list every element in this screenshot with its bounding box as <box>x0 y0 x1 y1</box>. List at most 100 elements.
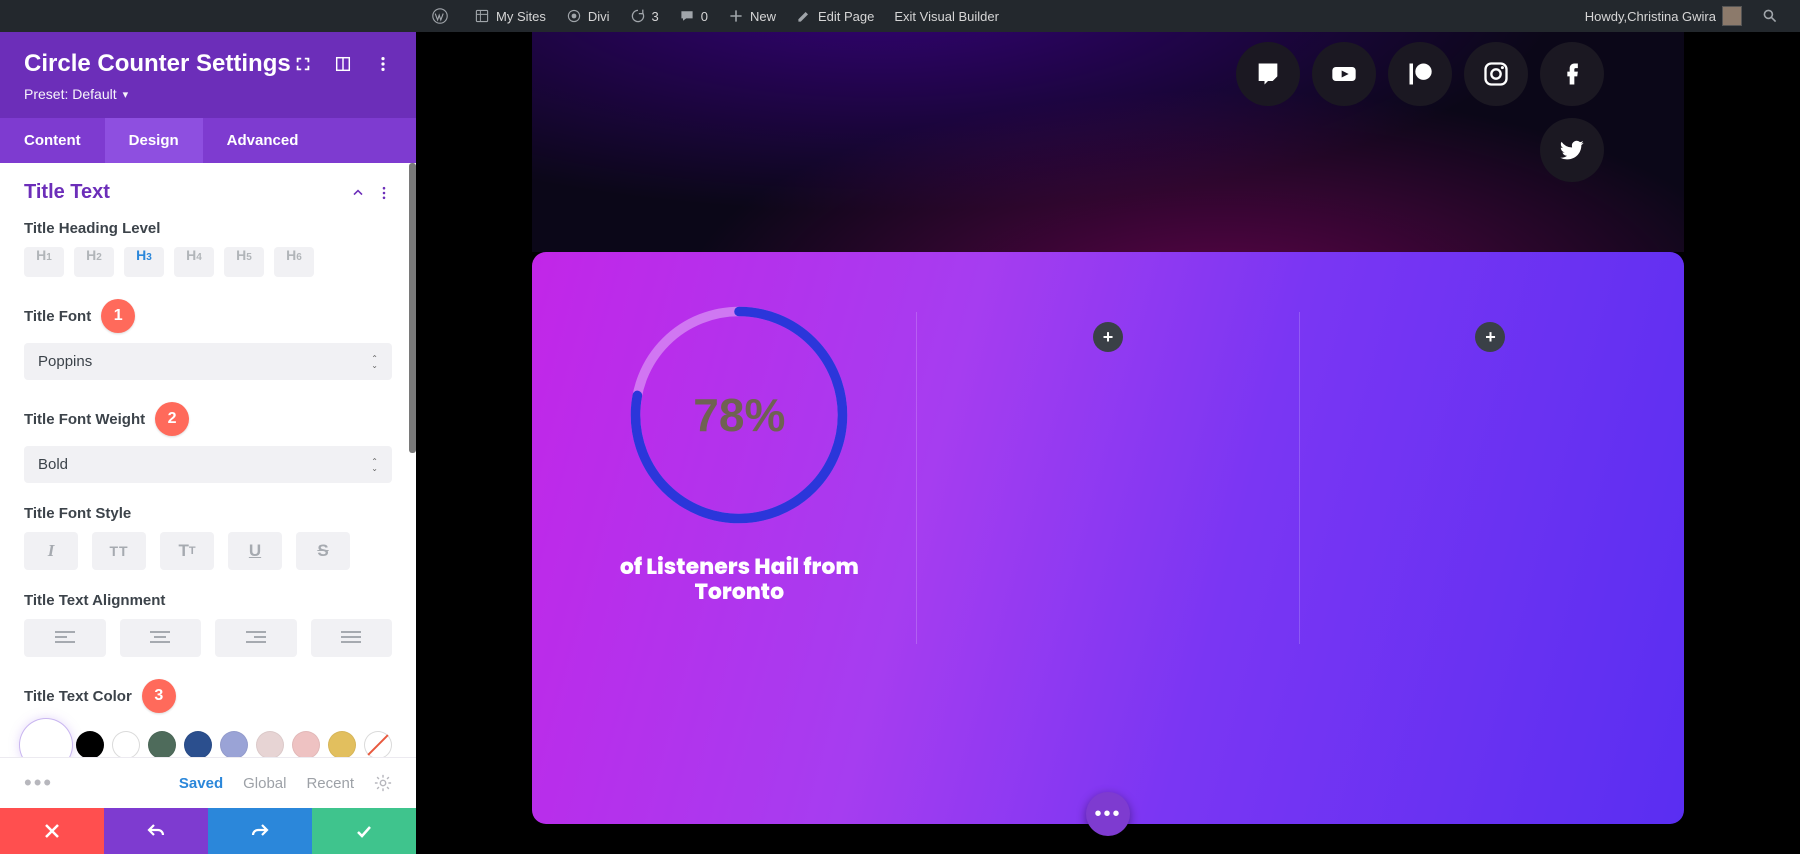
more-icon[interactable] <box>374 55 392 73</box>
section-more-icon[interactable] <box>376 185 392 201</box>
color-swatch[interactable] <box>184 731 212 757</box>
align-center[interactable] <box>120 619 202 657</box>
adminbar-new-label: New <box>750 9 776 24</box>
adminbar-edit-page-label: Edit Page <box>818 9 874 24</box>
field-alignment: Title Text Alignment <box>24 592 392 657</box>
gear-icon[interactable] <box>374 774 392 792</box>
color-swatch[interactable] <box>364 731 392 757</box>
module-title: Circle Counter Settings <box>24 50 294 78</box>
column-divider <box>916 312 917 644</box>
tab-design[interactable]: Design <box>105 118 203 163</box>
pencil-icon <box>796 8 812 24</box>
sidebar-body: Title Text Title Heading Level H1H2H3H4H… <box>0 163 416 757</box>
social-twitch[interactable] <box>1236 42 1300 106</box>
color-swatch[interactable] <box>328 731 356 757</box>
adminbar-comments[interactable]: 0 <box>669 0 718 32</box>
adminbar-new[interactable]: New <box>718 0 786 32</box>
chevron-up-icon[interactable] <box>350 185 366 201</box>
adminbar-wp-logo[interactable] <box>422 0 464 32</box>
color-swatch[interactable] <box>220 731 248 757</box>
style-underline[interactable]: U <box>228 532 282 570</box>
adminbar-howdy-prefix: Howdy, <box>1585 9 1627 24</box>
footer-global[interactable]: Global <box>243 775 286 792</box>
search-icon <box>1762 8 1778 24</box>
social-patreon[interactable] <box>1388 42 1452 106</box>
alignment-label: Title Text Alignment <box>24 592 392 609</box>
field-heading-level: Title Heading Level H1H2H3H4H5H6 <box>24 220 392 277</box>
footer-recent[interactable]: Recent <box>306 775 354 792</box>
social-twitter[interactable] <box>1540 118 1604 182</box>
title-font-select[interactable]: Poppins <box>24 343 392 380</box>
color-swatch[interactable] <box>148 731 176 757</box>
sidebar-footer-links: ••• Saved Global Recent <box>0 757 416 808</box>
adminbar-edit-page[interactable]: Edit Page <box>786 0 884 32</box>
undo-button[interactable] <box>104 808 208 854</box>
sidebar-action-bar <box>0 808 416 854</box>
preset-dropdown[interactable]: Preset: Default <box>24 86 128 102</box>
wp-admin-bar: My Sites Divi 3 0 New Edit Page Exit Vis… <box>0 0 1800 32</box>
style-strike[interactable]: S <box>296 532 350 570</box>
heading-level-h6[interactable]: H6 <box>274 247 314 277</box>
circle-counter-title: of Listeners Hail from Toronto <box>601 554 877 605</box>
footer-saved[interactable]: Saved <box>179 775 223 792</box>
heading-level-h3[interactable]: H3 <box>124 247 164 277</box>
annotation-3: 3 <box>142 679 176 713</box>
heading-level-h1[interactable]: H1 <box>24 247 64 277</box>
social-youtube[interactable] <box>1312 42 1376 106</box>
social-icons-row1 <box>1236 42 1604 106</box>
add-module-button[interactable]: + <box>1475 322 1505 352</box>
adminbar-howdy[interactable]: Howdy, Christina Gwira <box>1575 0 1752 32</box>
wordpress-icon <box>432 8 448 24</box>
align-left[interactable] <box>24 619 106 657</box>
plus-icon <box>728 8 744 24</box>
circle-counter-module[interactable]: 78% of Listeners Hail from Toronto <box>601 300 877 605</box>
hero-section <box>532 32 1684 252</box>
adminbar-divi[interactable]: Divi <box>556 0 620 32</box>
tab-advanced[interactable]: Advanced <box>203 118 323 163</box>
adminbar-updates[interactable]: 3 <box>620 0 669 32</box>
heading-level-h5[interactable]: H5 <box>224 247 264 277</box>
column-divider <box>1299 312 1300 644</box>
section-title-text[interactable]: Title Text <box>24 181 392 204</box>
color-swatch[interactable] <box>112 731 140 757</box>
adminbar-updates-count: 3 <box>652 9 659 24</box>
field-title-font: Title Font 1 Poppins <box>24 299 392 380</box>
adminbar-search[interactable] <box>1752 0 1794 32</box>
style-italic[interactable]: I <box>24 532 78 570</box>
social-facebook[interactable] <box>1540 42 1604 106</box>
sites-icon <box>474 8 490 24</box>
style-smallcaps[interactable]: TT <box>160 532 214 570</box>
annotation-2: 2 <box>155 402 189 436</box>
align-justify[interactable] <box>311 619 393 657</box>
save-button[interactable] <box>312 808 416 854</box>
heading-level-h4[interactable]: H4 <box>174 247 214 277</box>
sidebar-header: Circle Counter Settings Preset: Default <box>0 32 416 118</box>
tab-content[interactable]: Content <box>0 118 105 163</box>
divi-icon <box>566 8 582 24</box>
expand-icon[interactable] <box>294 55 312 73</box>
settings-sidebar: Circle Counter Settings Preset: Default … <box>0 32 416 854</box>
color-swatch[interactable] <box>76 731 104 757</box>
avatar <box>1722 6 1742 26</box>
footer-ellipsis[interactable]: ••• <box>24 770 159 796</box>
social-instagram[interactable] <box>1464 42 1528 106</box>
color-swatch[interactable] <box>256 731 284 757</box>
adminbar-mysites-label: My Sites <box>496 9 546 24</box>
title-font-label: Title Font <box>24 308 91 325</box>
add-module-button[interactable]: + <box>1093 322 1123 352</box>
columns-icon[interactable] <box>334 55 352 73</box>
align-right[interactable] <box>215 619 297 657</box>
color-swatch-selected[interactable] <box>24 723 68 757</box>
stats-panel: + + 78% of Listeners Hail from Toronto <box>532 252 1684 824</box>
cancel-button[interactable] <box>0 808 104 854</box>
scrollbar-thumb[interactable] <box>409 163 416 453</box>
heading-level-h2[interactable]: H2 <box>74 247 114 277</box>
title-weight-select[interactable]: Bold <box>24 446 392 483</box>
color-swatch[interactable] <box>292 731 320 757</box>
adminbar-mysites[interactable]: My Sites <box>464 0 556 32</box>
adminbar-exit-vb[interactable]: Exit Visual Builder <box>884 0 1009 32</box>
style-uppercase[interactable]: TT <box>92 532 146 570</box>
builder-fab[interactable]: ••• <box>1086 792 1130 836</box>
redo-button[interactable] <box>208 808 312 854</box>
title-font-value: Poppins <box>38 353 92 370</box>
